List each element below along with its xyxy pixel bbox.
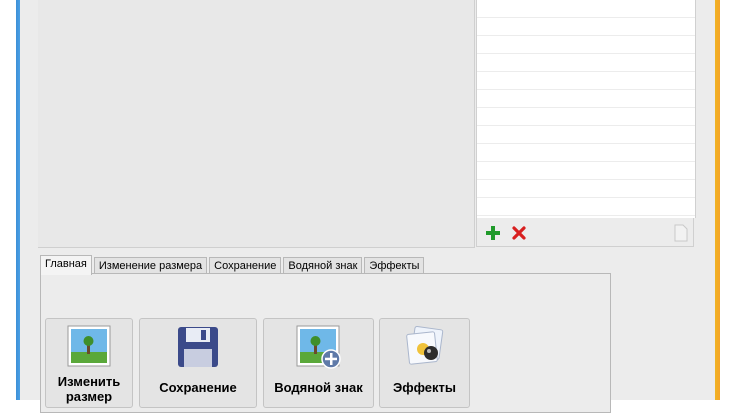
effects-button[interactable]: Эффекты xyxy=(379,318,470,408)
remove-button[interactable] xyxy=(509,223,529,243)
tab-main[interactable]: Главная xyxy=(40,255,92,275)
list-item[interactable] xyxy=(477,162,695,180)
add-icon xyxy=(486,226,500,240)
list-item[interactable] xyxy=(477,126,695,144)
file-list-toolbar xyxy=(476,218,694,247)
remove-icon xyxy=(512,226,526,240)
list-item[interactable] xyxy=(477,198,695,216)
list-item[interactable] xyxy=(477,90,695,108)
list-item[interactable] xyxy=(477,0,695,18)
tab-bar: Главная Изменение размера Сохранение Вод… xyxy=(40,255,426,275)
list-item[interactable] xyxy=(477,36,695,54)
list-item[interactable] xyxy=(477,180,695,198)
watermark-button[interactable]: Водяной знак xyxy=(263,318,374,408)
list-item[interactable] xyxy=(477,54,695,72)
save-button[interactable]: Сохранение xyxy=(139,318,257,408)
list-item[interactable] xyxy=(477,108,695,126)
page-icon xyxy=(674,224,688,242)
effects-button-label: Эффекты xyxy=(392,380,457,395)
floppy-disk-icon xyxy=(176,325,220,374)
watermark-button-label: Водяной знак xyxy=(274,380,363,395)
list-item[interactable] xyxy=(477,144,695,162)
list-item[interactable] xyxy=(477,18,695,36)
image-preview-area[interactable] xyxy=(38,0,475,248)
watermark-image-icon xyxy=(296,325,342,374)
add-button[interactable] xyxy=(483,223,503,243)
window-right-border xyxy=(713,0,735,400)
resize-button[interactable]: Изменить размер xyxy=(45,318,133,408)
file-list[interactable] xyxy=(476,0,696,218)
list-item[interactable] xyxy=(477,72,695,90)
effects-icon xyxy=(403,325,447,374)
save-button-label: Сохранение xyxy=(159,380,237,395)
page-button[interactable] xyxy=(671,223,691,243)
resize-image-icon xyxy=(67,325,111,372)
